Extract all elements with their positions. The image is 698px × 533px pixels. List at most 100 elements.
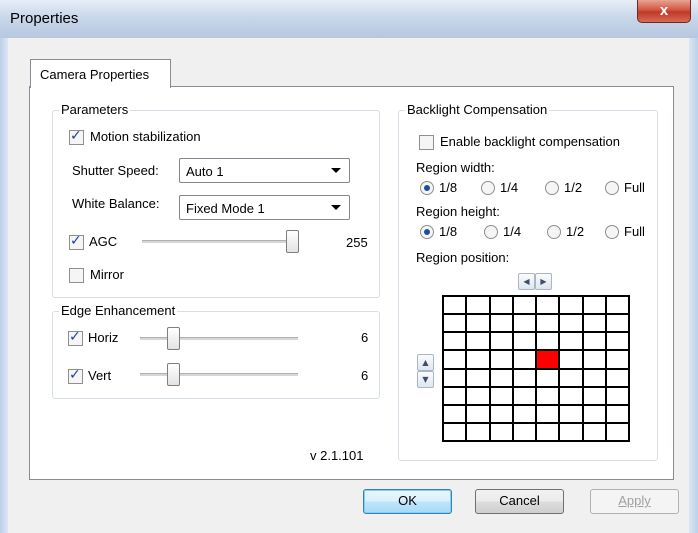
region-cell[interactable]	[467, 405, 489, 422]
mirror-checkbox[interactable]	[69, 268, 84, 283]
position-down-button[interactable]: ▼	[417, 371, 434, 388]
region-cell[interactable]	[467, 315, 489, 332]
region-height-radio-1-4[interactable]	[484, 225, 498, 239]
region-cell[interactable]	[537, 297, 559, 314]
region-cell[interactable]	[467, 297, 489, 314]
region-cell[interactable]	[444, 369, 466, 386]
region-cell[interactable]	[583, 351, 605, 368]
region-cell[interactable]	[467, 351, 489, 368]
region-cell[interactable]	[537, 315, 559, 332]
region-cell[interactable]	[560, 369, 582, 386]
region-width-radio-1-4[interactable]	[481, 181, 495, 195]
region-cell[interactable]	[513, 405, 535, 422]
agc-checkbox[interactable]	[69, 233, 84, 250]
vert-label: Vert	[88, 368, 112, 383]
region-cell[interactable]	[560, 387, 582, 404]
region-width-radio-1-8[interactable]	[420, 181, 434, 195]
region-cell[interactable]	[606, 351, 628, 368]
region-cell[interactable]	[513, 297, 535, 314]
enable-backlight-checkbox[interactable]	[419, 135, 434, 150]
region-position-grid[interactable]	[442, 295, 630, 442]
region-cell[interactable]	[513, 333, 535, 350]
region-cell[interactable]	[467, 423, 489, 440]
horiz-slider-track[interactable]	[140, 337, 298, 340]
region-cell[interactable]	[560, 423, 582, 440]
vert-checkbox[interactable]	[68, 367, 83, 384]
region-cell[interactable]	[444, 315, 466, 332]
region-cell[interactable]	[513, 423, 535, 440]
region-cell[interactable]	[606, 423, 628, 440]
region-cell[interactable]	[606, 333, 628, 350]
region-cell[interactable]	[537, 423, 559, 440]
region-height-radio-1-8[interactable]	[420, 225, 434, 239]
region-cell[interactable]	[606, 405, 628, 422]
region-cell[interactable]	[513, 387, 535, 404]
region-cell[interactable]	[606, 387, 628, 404]
region-cell[interactable]	[606, 369, 628, 386]
region-cell[interactable]	[490, 387, 512, 404]
region-width-radio-1-2[interactable]	[545, 181, 559, 195]
region-cell[interactable]	[583, 405, 605, 422]
region-cell[interactable]	[560, 297, 582, 314]
region-cell[interactable]	[583, 369, 605, 386]
region-cell[interactable]	[444, 297, 466, 314]
region-cell[interactable]	[513, 315, 535, 332]
region-cell[interactable]	[490, 333, 512, 350]
horiz-checkbox[interactable]	[68, 329, 83, 346]
region-cell[interactable]	[467, 333, 489, 350]
region-cell[interactable]	[537, 369, 559, 386]
region-width-radio-full[interactable]	[605, 181, 619, 195]
agc-slider-track[interactable]	[142, 240, 298, 243]
region-cell[interactable]	[583, 315, 605, 332]
region-cell[interactable]	[490, 315, 512, 332]
position-left-button[interactable]: ◀	[518, 273, 535, 290]
region-cell[interactable]	[560, 351, 582, 368]
region-cell[interactable]	[583, 333, 605, 350]
region-cell[interactable]	[560, 315, 582, 332]
motion-stabilization-checkbox[interactable]	[69, 128, 84, 145]
vert-slider-thumb[interactable]	[167, 363, 180, 386]
vert-slider-track[interactable]	[140, 373, 298, 376]
region-cell[interactable]	[513, 369, 535, 386]
agc-slider-thumb[interactable]	[286, 230, 299, 253]
close-button[interactable]: x	[637, 0, 691, 23]
tab-label: Camera Properties	[40, 67, 150, 82]
region-cell[interactable]	[583, 387, 605, 404]
region-cell[interactable]	[467, 369, 489, 386]
region-cell[interactable]	[490, 423, 512, 440]
cancel-button[interactable]: Cancel	[475, 489, 564, 514]
region-cell[interactable]	[583, 297, 605, 314]
region-cell[interactable]	[537, 405, 559, 422]
apply-button[interactable]: Apply	[590, 489, 679, 514]
shutter-speed-select[interactable]: Auto 1	[179, 158, 350, 183]
ok-button[interactable]: OK	[363, 489, 452, 514]
tab-camera-properties[interactable]: Camera Properties	[30, 59, 171, 88]
chevron-down-icon	[331, 205, 341, 210]
region-cell[interactable]	[537, 333, 559, 350]
region-height-radio-full[interactable]	[605, 225, 619, 239]
region-cell[interactable]	[467, 387, 489, 404]
region-cell[interactable]	[490, 351, 512, 368]
region-cell[interactable]	[490, 405, 512, 422]
region-cell[interactable]	[444, 333, 466, 350]
region-cell[interactable]	[560, 405, 582, 422]
region-cell[interactable]	[490, 297, 512, 314]
region-cell[interactable]	[490, 369, 512, 386]
region-height-radio-1-2[interactable]	[547, 225, 561, 239]
white-balance-select[interactable]: Fixed Mode 1	[179, 195, 350, 220]
region-cell[interactable]	[606, 315, 628, 332]
region-cell[interactable]	[444, 351, 466, 368]
horiz-slider-thumb[interactable]	[167, 327, 180, 350]
title-bar[interactable]: Properties x	[0, 0, 698, 38]
region-cell[interactable]	[444, 387, 466, 404]
region-cell[interactable]	[583, 423, 605, 440]
position-up-button[interactable]: ▲	[417, 354, 434, 371]
region-cell[interactable]	[444, 405, 466, 422]
region-cell[interactable]	[560, 333, 582, 350]
region-cell[interactable]	[444, 423, 466, 440]
position-right-button[interactable]: ▶	[535, 273, 552, 290]
region-cell[interactable]	[606, 297, 628, 314]
region-cell[interactable]	[537, 387, 559, 404]
region-cell-selected[interactable]	[537, 351, 559, 368]
region-cell[interactable]	[513, 351, 535, 368]
